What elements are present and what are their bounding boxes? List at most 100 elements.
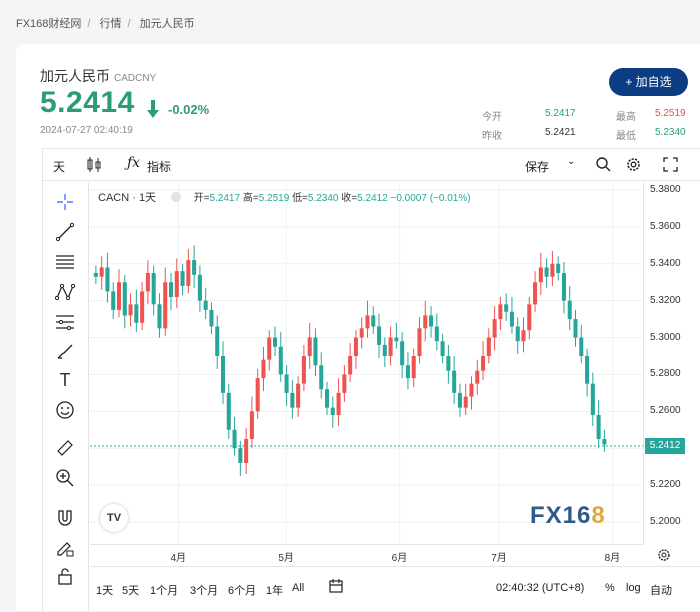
range-button[interactable]: All (292, 582, 304, 594)
candle-body (457, 392, 462, 408)
candle-body (319, 365, 324, 390)
range-button[interactable]: 1年 (266, 582, 283, 598)
breadcrumb-home[interactable]: FX168财经网 (16, 18, 81, 30)
breadcrumb: FX168财经网 / 行情 / 加元人民币 (16, 18, 195, 30)
text-icon[interactable]: T (55, 370, 75, 390)
x-tick-label: 5月 (278, 553, 294, 564)
indicator-icon[interactable]: ƒx (127, 155, 140, 171)
interval-selector[interactable]: 天 (53, 158, 65, 175)
candlestick-series (90, 182, 643, 544)
y-tick-label: 5.2600 (650, 405, 681, 417)
range-button[interactable]: 3个月 (190, 582, 218, 598)
fib-lines-icon[interactable] (55, 252, 75, 272)
candle-body (174, 271, 179, 297)
time-axis[interactable]: 4月 5月 6月 7月 8月 (90, 544, 643, 566)
candle-body (509, 311, 514, 327)
percent-toggle[interactable]: % (605, 582, 615, 594)
candle-body (353, 337, 358, 356)
down-arrow-icon (147, 100, 159, 118)
candle-body (330, 407, 335, 416)
candle-body (284, 374, 289, 393)
range-button[interactable]: 6个月 (228, 582, 256, 598)
candle-body (296, 383, 301, 408)
calendar-range-icon[interactable] (328, 578, 344, 594)
pattern-icon[interactable] (55, 282, 75, 302)
breadcrumb-market[interactable]: 行情 (100, 18, 122, 30)
fullscreen-icon[interactable] (663, 157, 678, 172)
candle-body (475, 370, 480, 384)
candles-icon[interactable] (87, 157, 101, 173)
candle-body (377, 326, 382, 345)
candle-body (440, 341, 445, 356)
candle-body (278, 346, 283, 375)
candle-body (359, 328, 364, 338)
magnet-icon[interactable] (55, 508, 75, 528)
gear-icon[interactable] (625, 156, 642, 173)
candle-body (382, 344, 387, 356)
stat-open: 今开 (482, 112, 502, 123)
emoji-icon[interactable] (55, 400, 75, 420)
x-tick-label: 7月 (491, 553, 507, 564)
candle-body (452, 370, 457, 393)
price-plot[interactable]: CACN · 1天 开=5.2417 高=5.2519 低=5.2340 收=5… (90, 182, 643, 544)
stat-open-value: 5.2417 (545, 108, 576, 119)
candle-body (180, 271, 185, 286)
axis-settings-icon[interactable] (657, 548, 671, 562)
trend-line-icon[interactable] (55, 222, 75, 242)
fx168-watermark: FX168 (530, 502, 606, 529)
y-tick-label: 5.3200 (650, 294, 681, 306)
brush-icon[interactable] (55, 342, 75, 362)
quote-card: 加元人民币 CADCNY 5.2414 -0.02% 2024-07-27 02:… (16, 44, 700, 612)
chevron-down-icon[interactable]: ⌄ (567, 156, 575, 167)
add-watchlist-button[interactable]: + 加自选 (609, 68, 688, 96)
alert-search-icon[interactable] (595, 156, 611, 172)
candle-body (590, 383, 595, 416)
save-button[interactable]: 保存 (525, 158, 549, 175)
y-tick-label: 5.3400 (650, 257, 681, 269)
candle-body (249, 411, 254, 439)
y-tick-label: 5.2800 (650, 368, 681, 380)
crosshair-icon[interactable] (55, 192, 75, 212)
candle-body (342, 374, 347, 393)
y-tick-label: 5.2000 (650, 516, 681, 527)
log-toggle[interactable]: log (626, 582, 641, 594)
x-tick-label: 8月 (604, 553, 621, 564)
candle-body (411, 356, 416, 379)
candle-body (498, 304, 503, 320)
range-button[interactable]: 5天 (122, 582, 139, 598)
candle-body (348, 356, 353, 375)
candle-body (313, 337, 318, 366)
collapse-icon (170, 192, 181, 202)
x-tick-label: 6月 (391, 553, 408, 564)
candle-body (567, 300, 572, 320)
range-button[interactable]: 1个月 (150, 582, 178, 598)
tradingview-logo[interactable]: TV (100, 504, 128, 532)
drawing-toolbar: T (43, 182, 89, 612)
candle-body (469, 383, 474, 397)
candle-body (163, 282, 168, 329)
candle-body (261, 359, 266, 379)
pencil-lock-icon[interactable] (55, 538, 75, 558)
indicators-button[interactable]: 指标 (147, 158, 171, 175)
price-axis[interactable]: 5.3800 5.3600 5.3400 5.3200 5.3000 5.2800 5.26… (643, 182, 700, 544)
y-tick-label: 5.3000 (650, 331, 681, 343)
candle-body (157, 304, 162, 329)
ohlc-legend: CACN · 1天 开=5.2417 高=5.2519 低=5.2340 收=5… (98, 192, 471, 204)
candle-body (99, 267, 104, 277)
stat-low: 最低 (616, 131, 636, 142)
range-button[interactable]: 1天 (96, 582, 113, 598)
ruler-icon[interactable] (55, 438, 75, 458)
zoom-in-icon[interactable] (55, 468, 75, 488)
candle-body (238, 448, 243, 463)
candle-body (527, 304, 532, 331)
projection-icon[interactable] (55, 312, 75, 332)
candle-body (423, 315, 428, 329)
candle-body (602, 439, 607, 445)
breadcrumb-current: 加元人民币 (139, 18, 195, 30)
lock-icon[interactable] (55, 566, 75, 586)
candle-body (538, 267, 543, 283)
candle-body (573, 319, 578, 338)
candle-body (434, 326, 439, 342)
auto-toggle[interactable]: 自动 (650, 582, 672, 598)
candle-body (556, 263, 561, 273)
